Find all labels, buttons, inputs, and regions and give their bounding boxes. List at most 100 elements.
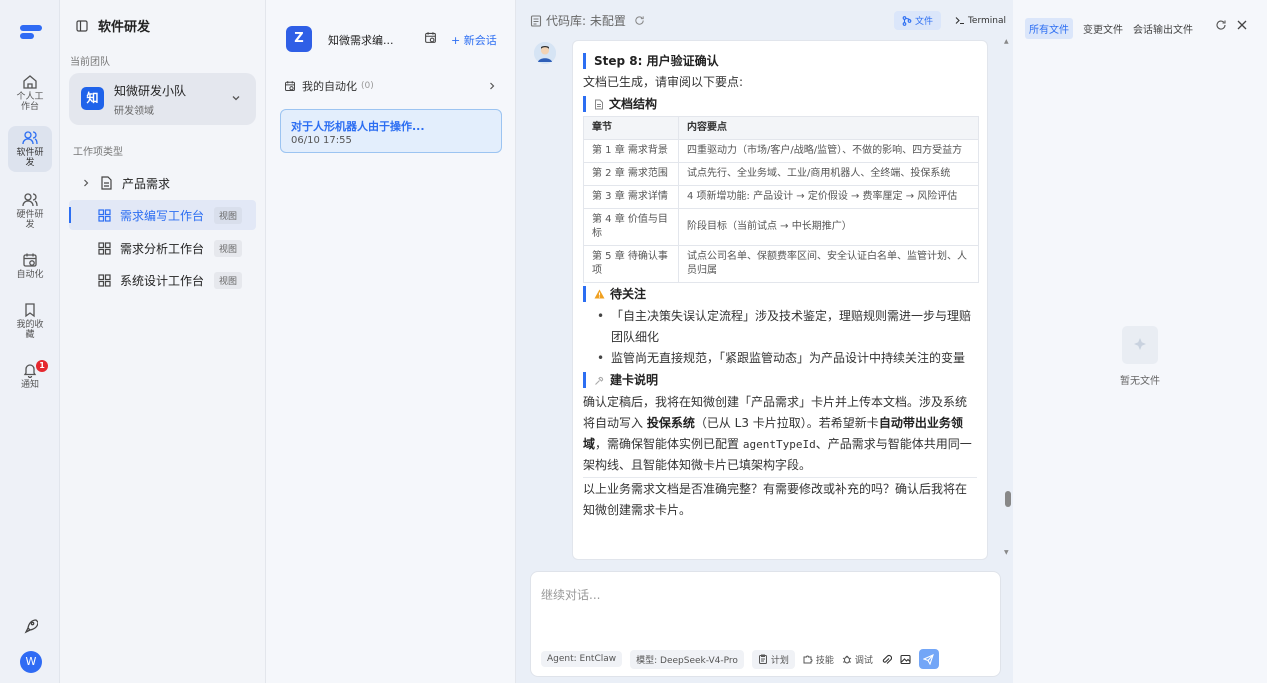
files-tabs: 所有文件 变更文件 会话输出文件 [1025, 18, 1193, 39]
debug-label: 调试 [854, 655, 873, 666]
table-row: 第 5 章 待确认事项 试点公司名单、保额费率区间、安全认证白名单、监管计划、人员… [583, 245, 979, 283]
terminal-icon [955, 16, 965, 25]
paperclip-icon[interactable] [881, 654, 892, 665]
terminal-button[interactable]: Terminal [955, 16, 1006, 26]
nav-item-req-writing[interactable]: 需求编写工作台 视图 [69, 200, 256, 230]
send-button[interactable] [918, 649, 939, 669]
nav-item-label: 产品需求 [122, 176, 171, 191]
nav-item-product-requirement[interactable]: 产品需求 [69, 168, 256, 198]
scroll-down-arrow[interactable]: ▼ [1004, 549, 1009, 556]
session-time: 06/10 17:55 [291, 135, 352, 146]
refresh-icon[interactable] [634, 15, 645, 26]
chat-toolbar: 代码库: 未配置 文件 Terminal [530, 11, 1006, 30]
nav-item-req-analysis[interactable]: 需求分析工作台 视图 [69, 233, 256, 263]
warning-icon [594, 289, 605, 299]
table-cell: 试点公司名单、保额费率区间、安全认证白名单、监管计划、人员归属 [678, 245, 979, 283]
input-placeholder: 继续对话... [541, 588, 601, 602]
table-cell: 试点先行、全业务域、工业/商用机器人、全终端、投保系统 [678, 162, 979, 186]
assistant-message: Step 8: 用户验证确认 文档已生成，请审阅以下要点: 文档结构 章节 内容… [572, 40, 988, 560]
repo-label: 代码库: 未配置 [546, 14, 626, 28]
table-cell: 第 2 章 需求范围 [583, 162, 679, 186]
automation-row[interactable]: 我的自动化 (0) [284, 78, 496, 94]
calendar-clock-icon[interactable] [424, 31, 437, 44]
table-cell: 第 3 章 需求详情 [583, 185, 679, 209]
close-icon[interactable] [1237, 20, 1247, 30]
table-cell: 4 项新增功能: 产品设计 → 定价假设 → 费率厘定 → 风险评估 [678, 185, 979, 209]
table-cell: 阶段目标（当前试点 → 中长期推广） [678, 208, 979, 246]
app-name[interactable]: 知微需求编... [328, 32, 394, 48]
skill-button[interactable]: 技能 [803, 653, 834, 666]
tab-session-output-files[interactable]: 会话输出文件 [1133, 21, 1193, 36]
team-selector[interactable]: 知 知微研发小队 研发领域 [69, 73, 256, 125]
files-toggle-label: 文件 [914, 17, 933, 27]
tab-all-files[interactable]: 所有文件 [1025, 18, 1073, 39]
table-cell: 第 1 章 需求背景 [583, 139, 679, 163]
files-toggle-button[interactable]: 文件 [893, 11, 941, 30]
chat-scrollbar-thumb[interactable] [1005, 491, 1011, 507]
grid-icon [98, 208, 111, 222]
active-indicator [69, 207, 71, 223]
structure-title: 文档结构 [609, 97, 658, 111]
view-tag: 视图 [214, 271, 243, 289]
tab-changed-files[interactable]: 变更文件 [1083, 21, 1123, 36]
table-row: 第 2 章 需求范围 试点先行、全业务域、工业/商用机器人、全终端、投保系统 [583, 162, 979, 186]
team-subtitle: 研发领域 [114, 106, 154, 117]
view-tag: 视图 [214, 239, 243, 257]
image-icon[interactable] [900, 654, 911, 665]
panel-toggle-icon[interactable] [76, 19, 88, 32]
nav-title-text: 软件研发 [98, 20, 151, 35]
table-cell: 第 5 章 待确认事项 [583, 245, 679, 283]
puzzle-icon [803, 654, 813, 664]
closing-text: 以上业务需求文档是否准确完整？有需要修改或补充的吗？确认后我将在知微创建需求卡片… [583, 482, 968, 517]
calendar-clock-icon [284, 80, 296, 92]
nav-item-label: 系统设计工作台 [120, 273, 205, 288]
table-row: 第 3 章 需求详情 4 项新增功能: 产品设计 → 定价假设 → 费率厘定 → … [583, 185, 979, 209]
table-cell: 第 4 章 价值与目标 [583, 208, 679, 246]
card-paragraph: 确认定稿后，我将在知微创建「产品需求」卡片并上传本文档。涉及系统将自动写入 投保… [583, 392, 977, 476]
nav-item-label: 需求分析工作台 [120, 241, 205, 256]
empty-text: 暂无文件 [1120, 376, 1160, 387]
assistant-avatar [534, 42, 556, 64]
table-cell: 四重驱动力（市场/客户/战略/监管）、不做的影响、四方受益方 [678, 139, 979, 163]
files-panel: 所有文件 变更文件 会话输出文件 暂无文件 [1013, 0, 1267, 683]
chevron-right-icon [82, 179, 90, 187]
plan-label: 计划 [770, 655, 789, 666]
grid-icon [98, 241, 111, 255]
files-actions [1215, 19, 1247, 31]
chat-input[interactable]: 继续对话... Agent: EntClaw 模型: DeepSeek-V4-P… [530, 571, 1001, 677]
new-session-button[interactable]: + 新会话 [451, 32, 497, 48]
inline-code: agentTypeId [742, 438, 816, 451]
bug-icon [842, 654, 852, 664]
session-item-active[interactable]: 对于人形机器人由于操作... 06/10 17:55 [280, 109, 502, 153]
refresh-icon[interactable] [1215, 19, 1227, 31]
repo-status: 代码库: 未配置 [530, 12, 645, 29]
app-window: 个人工作台 软件研发 硬件研发 自动化 我的收藏 1 通知 W 软件研发 当前团… [0, 0, 1267, 683]
skill-label: 技能 [815, 655, 834, 666]
terminal-label: Terminal [967, 15, 1006, 26]
branch-icon [902, 15, 912, 26]
grid-icon [98, 273, 111, 287]
step-title: Step 8: 用户验证确认 [583, 53, 977, 69]
list-item: 「自主决策失误认定流程」涉及技术鉴定，理赔规则需进一步与理赔团队细化 [597, 306, 977, 348]
team-name: 知微研发小队 [114, 84, 187, 98]
debug-button[interactable]: 调试 [842, 653, 873, 666]
document-icon [594, 99, 604, 110]
clipboard-icon [758, 654, 768, 664]
table-row: 第 4 章 价值与目标 阶段目标（当前试点 → 中长期推广） [583, 208, 979, 246]
table-header: 内容要点 [678, 116, 979, 140]
empty-state: 暂无文件 [1095, 324, 1185, 387]
wrench-icon [594, 375, 605, 386]
nav-title: 软件研发 [76, 16, 150, 35]
input-toolbar: Agent: EntClaw 模型: DeepSeek-V4-Pro 计划 技能… [541, 649, 939, 669]
model-select[interactable]: 模型: DeepSeek-V4-Pro [630, 649, 744, 669]
card-text: （已从 L3 卡片拉取）。若希望新卡 [694, 416, 879, 430]
attention-title: 待关注 [610, 287, 647, 301]
divider [583, 477, 977, 478]
plan-button[interactable]: 计划 [751, 649, 795, 669]
nav-item-system-design[interactable]: 系统设计工作台 视图 [69, 265, 256, 295]
table-row: 第 1 章 需求背景 四重驱动力（市场/客户/战略/监管）、不做的影响、四方受益方 [583, 139, 979, 163]
team-label: 当前团队 [70, 57, 110, 68]
scroll-up-arrow[interactable]: ▲ [1004, 38, 1009, 45]
agent-select[interactable]: Agent: EntClaw [541, 651, 623, 667]
section-label: 工作项类型 [73, 147, 123, 158]
